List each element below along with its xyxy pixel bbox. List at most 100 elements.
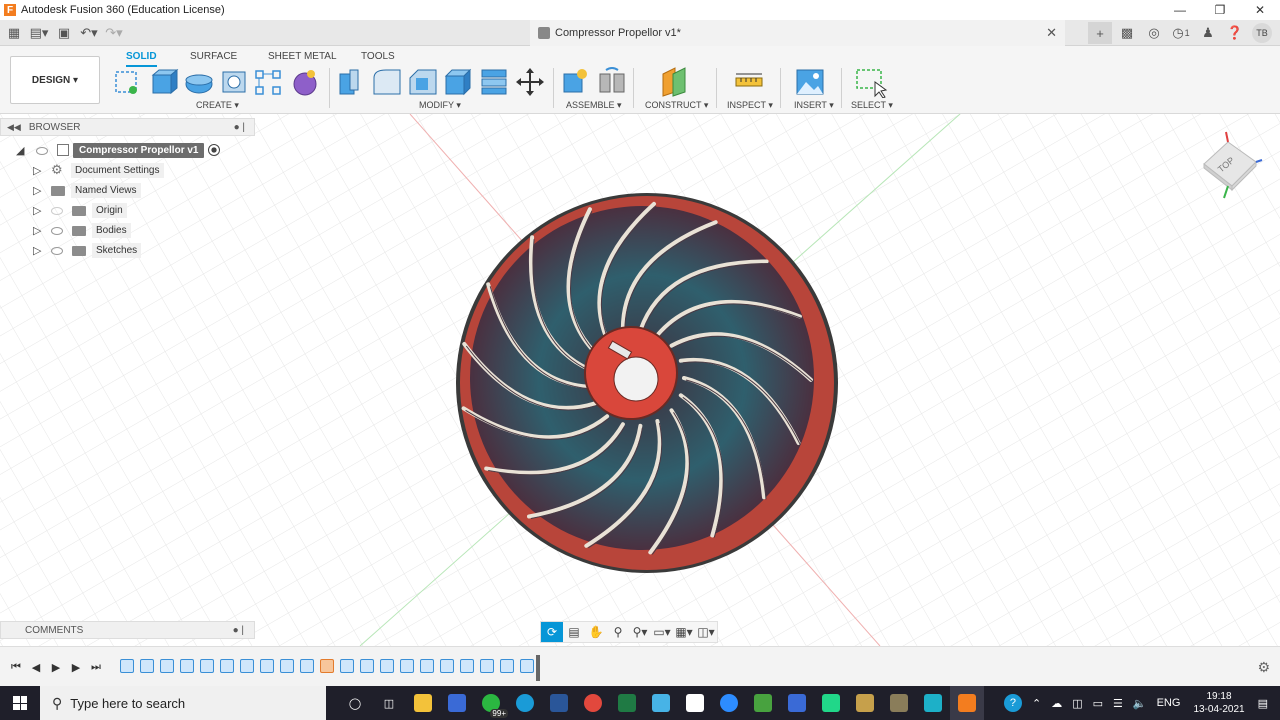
volume-icon[interactable]: 🔈 [1133, 697, 1147, 710]
chevron-up-icon[interactable]: ⌃ [1032, 697, 1041, 710]
new-tab-icon[interactable]: + [1088, 22, 1112, 44]
move-icon[interactable] [516, 68, 544, 96]
offset-plane-icon[interactable] [662, 67, 686, 97]
impeller-model[interactable] [456, 193, 838, 573]
browser-minimize-icon[interactable]: ● | [234, 122, 245, 133]
battery-icon[interactable]: ▭ [1093, 697, 1103, 710]
language-indicator[interactable]: ENG [1157, 697, 1181, 709]
expand-arrow-icon[interactable]: ▷ [33, 204, 41, 217]
create-sketch-icon[interactable] [115, 71, 137, 94]
timeline-feature[interactable] [120, 659, 134, 673]
expand-arrow-icon[interactable]: ▷ [33, 224, 41, 237]
fusion-taskbar-icon[interactable] [950, 686, 984, 720]
pattern-icon[interactable] [255, 70, 281, 95]
timeline-feature[interactable] [420, 659, 434, 673]
assemble-menu[interactable]: ASSEMBLE ▾ [566, 100, 622, 111]
whatsapp-icon[interactable]: 99+ [474, 686, 508, 720]
modify-menu[interactable]: MODIFY ▾ [419, 100, 461, 111]
timeline-feature[interactable] [480, 659, 494, 673]
task-view-icon[interactable]: ◫ [372, 686, 406, 720]
tree-item-named-views[interactable]: ▷ Named Views [0, 182, 255, 200]
timeline-settings-gear-icon[interactable]: ⚙ [1257, 659, 1270, 676]
hidden-eye-icon[interactable] [51, 207, 63, 215]
expand-root-icon[interactable]: ◢ [16, 144, 24, 157]
help-tray-icon[interactable]: ? [1003, 694, 1022, 712]
tab-sheet-metal[interactable]: SHEET METAL [268, 48, 337, 65]
fillet-icon[interactable] [373, 69, 401, 95]
add-comment-icon[interactable]: ● | [233, 625, 244, 636]
insert-menu[interactable]: INSERT ▾ [794, 100, 834, 111]
activate-radio-icon[interactable] [208, 144, 220, 156]
extrude-icon[interactable] [151, 68, 179, 95]
select-menu[interactable]: SELECT ▾ [851, 100, 893, 111]
joint-icon[interactable] [599, 67, 625, 93]
visibility-eye-icon[interactable] [51, 227, 63, 235]
step-back-icon[interactable]: ◀ [26, 657, 46, 677]
tree-item-origin[interactable]: ▷ Origin [0, 202, 255, 220]
timeline-feature[interactable] [520, 659, 534, 673]
timeline-feature[interactable] [260, 659, 274, 673]
comments-panel[interactable]: COMMENTS ● | [0, 621, 255, 639]
timeline-feature[interactable] [220, 659, 234, 673]
notification-center-icon[interactable]: ▤ [1258, 697, 1268, 710]
data-panel-grid-icon[interactable]: ▦ [3, 22, 25, 44]
taskbar-search[interactable]: ⚲ Type here to search [40, 686, 326, 720]
play-icon[interactable]: ▶ [46, 657, 66, 677]
timeline-feature[interactable] [140, 659, 154, 673]
help-icon[interactable]: ❓ [1223, 22, 1247, 44]
chrome-icon[interactable] [576, 686, 610, 720]
zoom-app-icon[interactable] [712, 686, 746, 720]
timeline-feature[interactable] [360, 659, 374, 673]
pycharm-icon[interactable] [814, 686, 848, 720]
close-tab-icon[interactable]: ✕ [1046, 25, 1057, 41]
start-button[interactable] [0, 686, 40, 720]
timeline-feature[interactable] [500, 659, 514, 673]
timeline-feature[interactable] [320, 659, 334, 673]
chamfer-icon[interactable] [409, 69, 437, 95]
zoom-icon[interactable]: ⚲ [607, 622, 629, 642]
app-icon-6[interactable] [882, 686, 916, 720]
file-menu-icon[interactable]: ▤▾ [28, 22, 50, 44]
cortana-icon[interactable]: ◯ [338, 686, 372, 720]
expand-arrow-icon[interactable]: ▷ [33, 244, 41, 257]
timeline-feature[interactable] [300, 659, 314, 673]
timeline-feature[interactable] [200, 659, 214, 673]
press-pull-icon[interactable] [339, 69, 359, 95]
timeline-feature[interactable] [280, 659, 294, 673]
edge-icon[interactable] [508, 686, 542, 720]
workspace-switcher-button[interactable]: DESIGN ▾ [10, 56, 100, 104]
timeline-feature[interactable] [440, 659, 454, 673]
visibility-eye-icon[interactable] [51, 247, 63, 255]
job-status-icon[interactable]: ◷ 1 [1169, 22, 1193, 44]
clock[interactable]: 19:18 13-04-2021 [1193, 690, 1244, 716]
split-body-icon[interactable] [481, 69, 507, 95]
tab-surface[interactable]: SURFACE [190, 48, 237, 65]
new-component-icon[interactable] [563, 69, 587, 93]
onedrive-icon[interactable]: ☁ [1051, 697, 1062, 710]
app-icon-7[interactable] [916, 686, 950, 720]
minimize-button[interactable]: — [1160, 0, 1200, 20]
app-icon-2[interactable] [678, 686, 712, 720]
expand-arrow-icon[interactable]: ▷ [33, 164, 41, 177]
extensions-icon[interactable]: ◎ [1142, 22, 1166, 44]
expand-arrow-icon[interactable]: ▷ [33, 184, 41, 197]
redo-icon[interactable]: ↷▾ [103, 22, 125, 44]
go-to-start-icon[interactable]: ⏮ [6, 657, 26, 677]
maximize-button[interactable]: ❐ [1200, 0, 1240, 20]
orbit-icon[interactable]: ⟳ [541, 622, 563, 642]
timeline-marker[interactable] [536, 655, 540, 681]
timeline-feature[interactable] [160, 659, 174, 673]
timeline-feature[interactable] [240, 659, 254, 673]
collapse-panel-icon[interactable]: ◀◀ [7, 122, 21, 133]
go-to-end-icon[interactable]: ⏭ [86, 657, 106, 677]
tree-root[interactable]: ◢ Compressor Propellor v1 [0, 142, 255, 160]
insert-image-icon[interactable] [796, 69, 824, 95]
excel-icon[interactable] [610, 686, 644, 720]
tree-item-document-settings[interactable]: ▷ ⚙ Document Settings [0, 162, 255, 180]
timeline-feature[interactable] [400, 659, 414, 673]
pan-hand-icon[interactable]: ✋ [585, 622, 607, 642]
construct-menu[interactable]: CONSTRUCT ▾ [645, 100, 708, 111]
notifications-bell-icon[interactable]: ♟ [1196, 22, 1220, 44]
shell-icon[interactable] [444, 68, 472, 96]
measure-icon[interactable] [735, 73, 763, 87]
